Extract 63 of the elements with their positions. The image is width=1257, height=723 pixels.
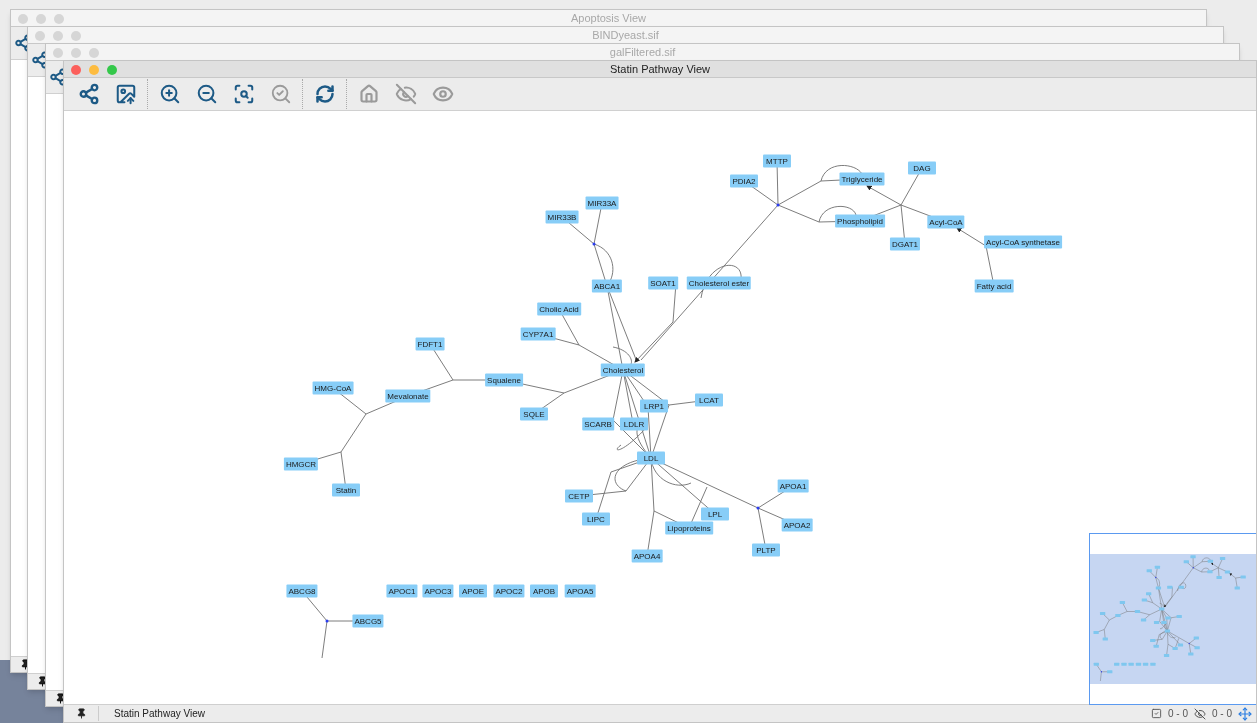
pin-icon <box>37 676 48 687</box>
network-node[interactable]: LDLR <box>620 417 648 431</box>
network-node[interactable]: Phospholipid <box>835 214 885 228</box>
window-title: Statin Pathway View <box>609 63 711 75</box>
network-node[interactable]: CYP7A1 <box>520 327 556 341</box>
network-node[interactable]: APOE <box>459 584 487 598</box>
network-node[interactable]: APOA5 <box>564 584 596 598</box>
network-node[interactable]: SOAT1 <box>648 276 678 290</box>
network-node[interactable]: ABCA1 <box>591 279 623 293</box>
junction-dot <box>325 619 329 623</box>
network-node[interactable]: LRP1 <box>640 399 668 413</box>
network-node[interactable]: ABCG5 <box>352 614 384 628</box>
network-node[interactable]: Acyl-CoA <box>927 215 965 229</box>
network-node[interactable]: APOA4 <box>631 549 663 563</box>
selected-count: 0 - 0 <box>1167 707 1188 721</box>
window-title: BINDyeast.sif <box>592 29 659 41</box>
edge-curve <box>612 346 632 365</box>
network-node[interactable]: LCAT <box>695 393 723 407</box>
pin-icon <box>55 693 66 704</box>
hidden-count: 0 - 0 <box>1212 707 1232 721</box>
network-node[interactable]: APOC3 <box>422 584 454 598</box>
network-node[interactable]: Statin <box>332 483 360 497</box>
network-node[interactable]: ABCG8 <box>286 584 318 598</box>
network-node[interactable]: MIR33A <box>585 196 619 210</box>
network-node[interactable]: LDL <box>637 451 665 465</box>
network-node[interactable]: MTTP <box>763 154 791 168</box>
network-node[interactable]: PDIA2 <box>730 174 758 188</box>
network-node[interactable]: Mevalonate <box>385 389 431 403</box>
minimap[interactable] <box>1089 533 1256 705</box>
network-node[interactable]: Acyl-CoA synthetase <box>984 235 1062 249</box>
network-node[interactable]: Fatty acid <box>974 279 1014 293</box>
network-node[interactable]: SQLE <box>520 407 548 421</box>
network-node[interactable]: HMGCR <box>283 457 319 471</box>
window-title: Apoptosis View <box>571 12 646 24</box>
window-title: galFiltered.sif <box>609 46 676 58</box>
network-node[interactable]: Cholesterol ester <box>686 276 752 290</box>
network-node[interactable]: APOB <box>530 584 558 598</box>
junction-dot <box>776 203 780 207</box>
network-node[interactable]: FDFT1 <box>415 337 445 351</box>
junction-dot <box>592 242 596 246</box>
network-node[interactable]: HMG-CoA <box>312 381 354 395</box>
status-title: Statin Pathway View <box>98 706 205 721</box>
network-node[interactable]: LPL <box>701 507 729 521</box>
network-node[interactable]: APOC2 <box>493 584 525 598</box>
network-node[interactable]: MIR33B <box>545 210 579 224</box>
checkbox-icon <box>1150 708 1162 719</box>
network-node[interactable]: SCARB <box>582 417 614 431</box>
network-node[interactable]: DAG <box>908 161 936 175</box>
junction-dot <box>756 506 760 510</box>
move-icon <box>1238 706 1252 721</box>
network-node[interactable]: APOA1 <box>777 479 809 493</box>
network-node[interactable]: APOC1 <box>386 584 418 598</box>
network-node[interactable]: Cholesterol <box>600 363 646 377</box>
network-node[interactable]: CETP <box>565 489 593 503</box>
network-node[interactable]: Squalene <box>485 373 523 387</box>
network-node[interactable]: Cholic Acid <box>537 302 581 316</box>
network-node[interactable]: LIPC <box>582 512 610 526</box>
network-node[interactable]: APOA2 <box>781 518 813 532</box>
eye-off-icon <box>1194 707 1206 720</box>
network-node[interactable]: Triglyceride <box>839 172 885 186</box>
network-node[interactable]: Lipoproteins <box>665 521 713 535</box>
network-node[interactable]: PLTP <box>752 543 780 557</box>
network-node[interactable]: DGAT1 <box>889 237 921 251</box>
